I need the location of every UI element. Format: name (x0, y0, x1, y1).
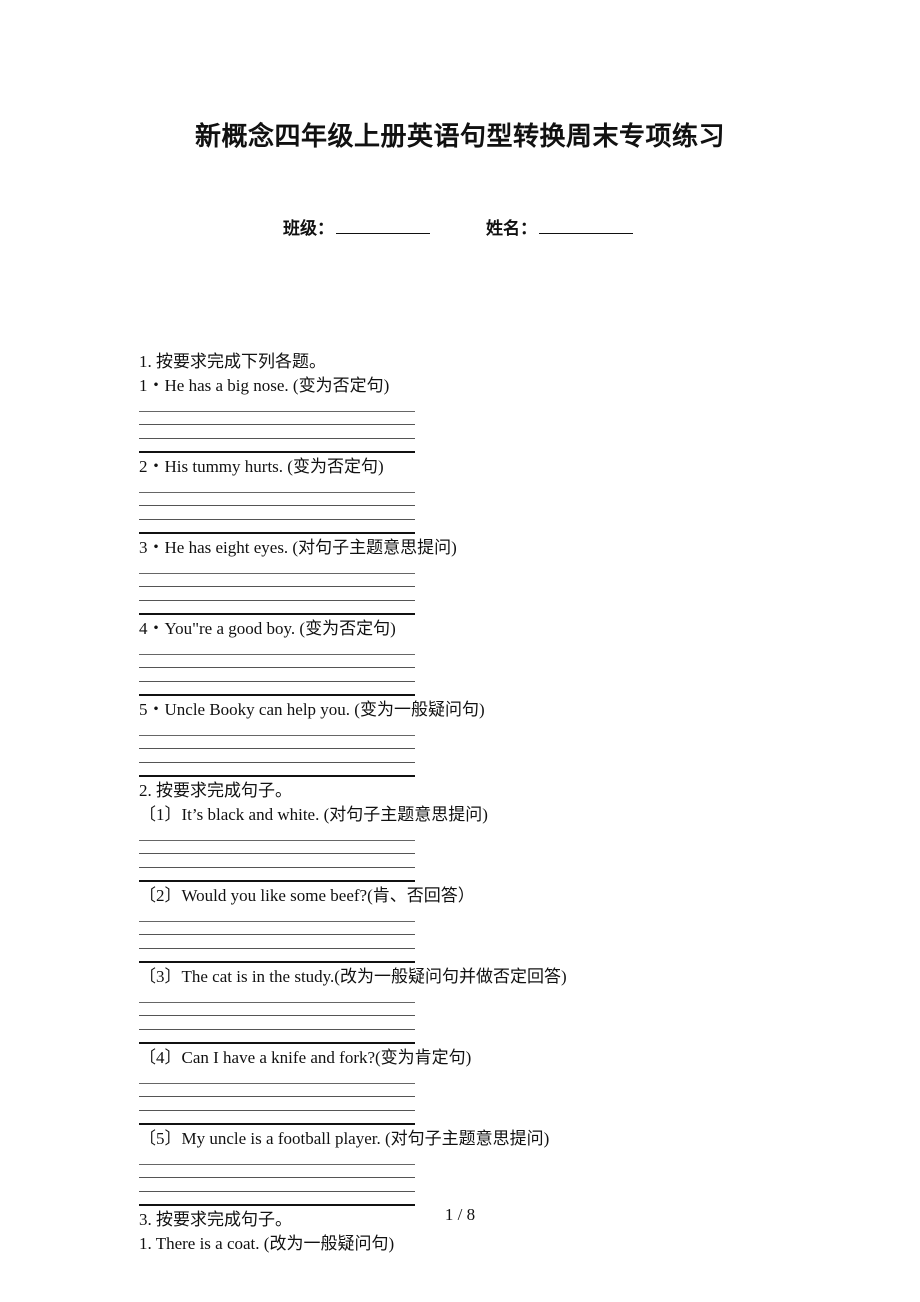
question-item: 4・You"re a good boy. (变为否定句) (139, 619, 396, 638)
answer-lines[interactable] (139, 1070, 415, 1125)
question-item: 5・Uncle Booky can help you. (变为一般疑问句) (139, 700, 485, 719)
name-field: 姓名： (486, 214, 633, 239)
question-item: 1. There is a coat. (改为一般疑问句) (139, 1234, 395, 1253)
class-label: 班级： (283, 219, 334, 239)
section-heading: 1. 按要求完成下列各题。 (139, 352, 326, 371)
student-info: 班级： 姓名： (283, 214, 633, 239)
question-item: 〔1〕It’s black and white. (对句子主题意思提问) (139, 805, 488, 824)
name-blank[interactable] (539, 217, 633, 234)
name-label: 姓名： (486, 219, 537, 239)
answer-lines[interactable] (139, 560, 415, 615)
question-item: 〔4〕Can I have a knife and fork?(变为肯定句) (139, 1048, 472, 1067)
exercise-content: 1. 按要求完成下列各题。 1・He has a big nose. (变为否定… (139, 350, 839, 1256)
class-field: 班级： (283, 214, 430, 239)
question-item: 1・He has a big nose. (变为否定句) (139, 376, 390, 395)
question-item: 〔3〕The cat is in the study.(改为一般疑问句并做否定回… (139, 967, 567, 986)
document-title: 新概念四年级上册英语句型转换周末专项练习 (194, 122, 725, 152)
answer-lines[interactable] (139, 989, 415, 1044)
question-item: 2・His tummy hurts. (变为否定句) (139, 457, 384, 476)
question-item: 3・He has eight eyes. (对句子主题意思提问) (139, 538, 457, 557)
answer-lines[interactable] (139, 1151, 415, 1206)
class-blank[interactable] (336, 217, 430, 234)
answer-lines[interactable] (139, 722, 415, 777)
question-item: 〔5〕My uncle is a football player. (对句子主题… (139, 1129, 550, 1148)
answer-lines[interactable] (139, 641, 415, 696)
page-number: 1 / 8 (444, 1205, 476, 1224)
section-heading: 2. 按要求完成句子。 (139, 781, 292, 800)
answer-lines[interactable] (139, 479, 415, 534)
answer-lines[interactable] (139, 908, 415, 963)
question-item: 〔2〕Would you like some beef?(肯、否回答） (139, 886, 475, 905)
answer-lines[interactable] (139, 827, 415, 882)
answer-lines[interactable] (139, 398, 415, 453)
